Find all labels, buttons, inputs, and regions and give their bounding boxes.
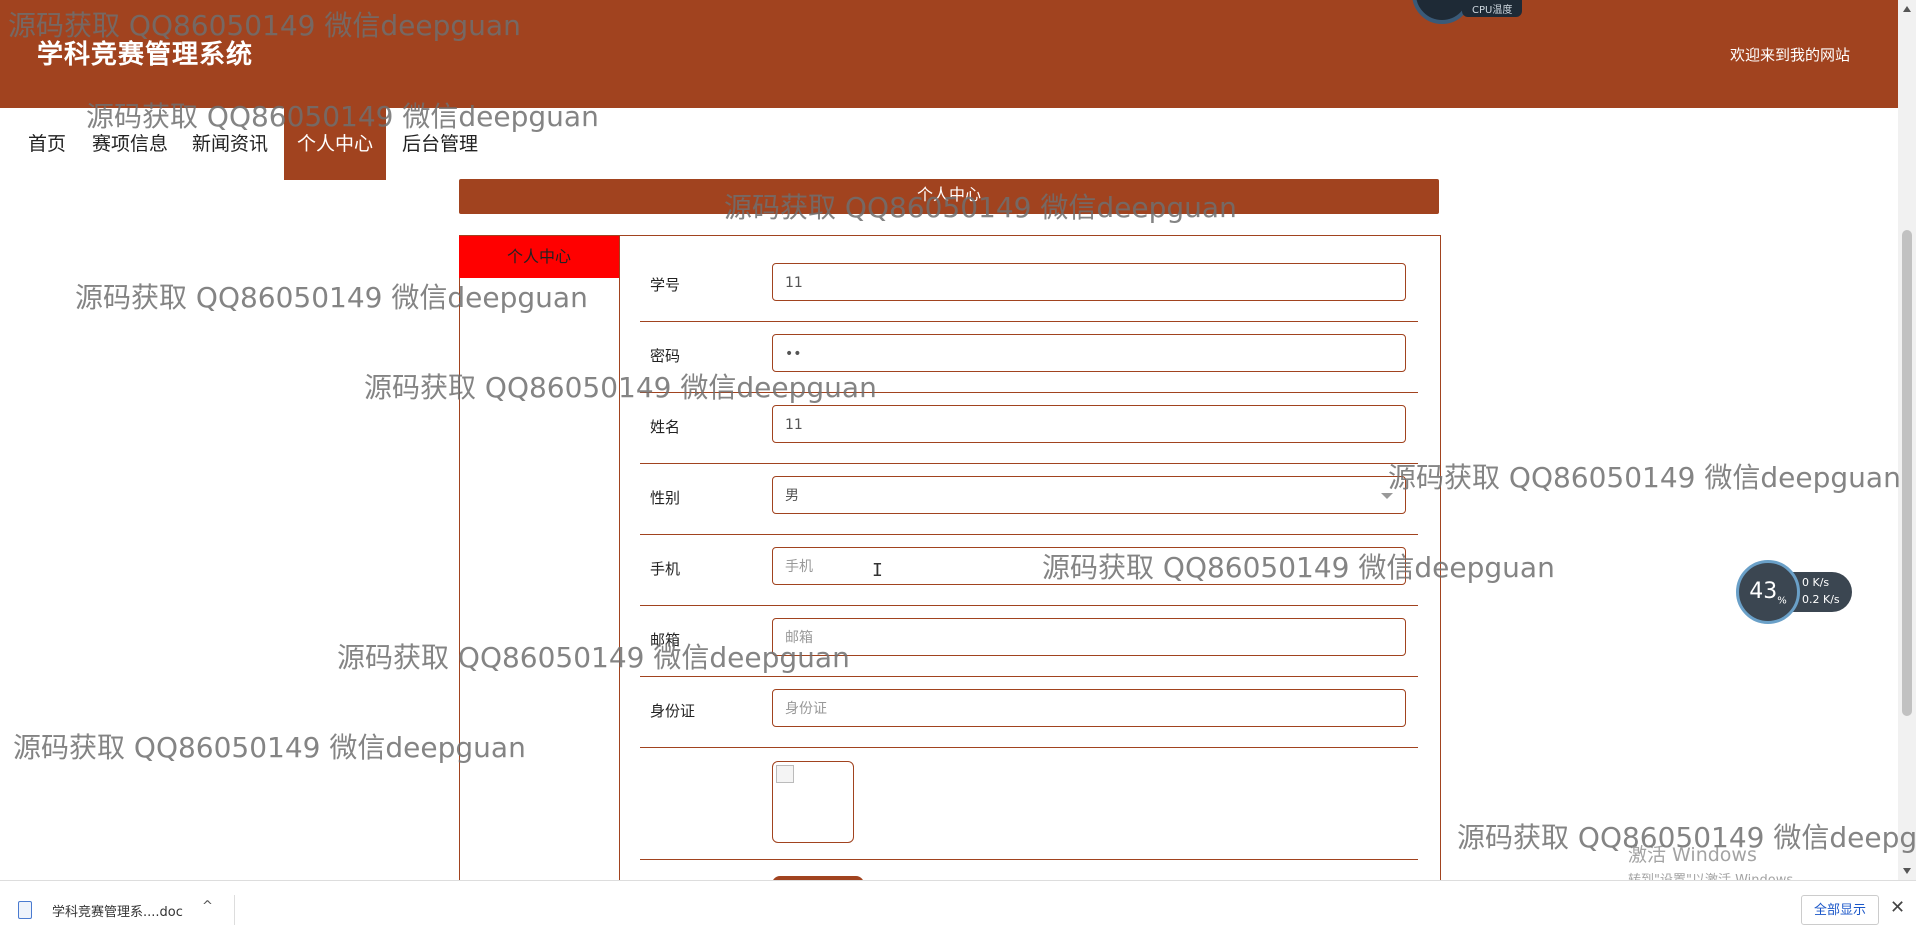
memory-gauge: 43% [1736,560,1800,624]
gender-value: 男 [785,488,799,504]
top-header: 学科竞赛管理系统 欢迎来到我的网站 CPU温度 [0,0,1898,108]
text-cursor-icon: I [872,560,883,581]
student-id-label: 学号 [650,276,681,294]
watermark: 源码获取 QQ86050149 微信deepguan [1388,461,1901,494]
cpu-label: CPU温度 [1462,0,1523,17]
scroll-down-icon[interactable] [1903,868,1911,874]
password-label: 密码 [650,347,681,365]
main-nav: 首页 赛项信息 新闻资讯 个人中心 后台管理 [0,108,1898,180]
site-title: 学科竞赛管理系统 [37,40,254,70]
broken-image-icon [776,765,794,783]
nav-item-admin[interactable]: 后台管理 [396,108,484,180]
upload-unit: K/s [1812,576,1830,589]
side-tab-profile[interactable]: 个人中心 [459,236,619,278]
name-label: 姓名 [650,418,681,436]
gender-select[interactable]: 男 [772,476,1406,514]
memory-percent-unit: % [1777,595,1787,607]
phone-label: 手机 [650,560,681,578]
gender-label: 性别 [650,489,681,507]
nav-item-events[interactable]: 赛项信息 [86,108,174,180]
id-card-input[interactable]: 身份证 [772,689,1406,727]
password-input[interactable]: •• [772,334,1406,372]
form-row-email: 邮箱 邮箱 [640,605,1418,677]
welcome-text: 欢迎来到我的网站 [1729,46,1850,64]
section-title: 个人中心 [459,179,1439,214]
divider [619,236,620,936]
nav-item-home[interactable]: 首页 [18,108,76,180]
watermark: 源码获取 QQ86050149 微信deepguan [13,731,526,764]
id-card-label: 身份证 [650,702,696,720]
cpu-temperature-widget[interactable]: CPU温度 [1412,0,1528,24]
form-row-phone: 手机 手机 [640,534,1418,606]
form-row-id-card: 身份证 身份证 [640,676,1418,748]
close-icon[interactable]: ✕ [1890,897,1905,918]
scroll-up-icon[interactable] [1903,6,1911,12]
form-row-name: 姓名 11 [640,392,1418,464]
nav-item-news[interactable]: 新闻资讯 [186,108,274,180]
avatar-upload[interactable] [772,761,854,843]
form-row-avatar [640,747,1418,860]
page-scrollbar[interactable] [1898,0,1916,880]
phone-input[interactable]: 手机 [772,547,1406,585]
form-row-password: 密码 •• [640,321,1418,393]
show-all-button[interactable]: 全部显示 [1801,895,1879,925]
chevron-down-icon [1381,493,1393,499]
chevron-up-icon[interactable]: ^ [202,899,213,914]
form-row-student-id: 学号 11 [640,250,1418,322]
document-icon [18,901,32,919]
upload-speed: 0 [1802,576,1809,589]
download-unit: K/s [1823,593,1840,606]
memory-percent: 43 [1749,579,1778,604]
download-item[interactable]: 学科竞赛管理系....doc ^ [12,895,235,925]
nav-item-profile[interactable]: 个人中心 [284,108,386,180]
download-speed: 0.2 [1802,593,1820,606]
scroll-thumb[interactable] [1902,230,1912,716]
name-input[interactable]: 11 [772,405,1406,443]
email-label: 邮箱 [650,631,681,649]
email-input[interactable]: 邮箱 [772,618,1406,656]
network-speed-widget[interactable]: ▲ 0 K/s ▼ 0.2 K/s 43% [1736,560,1854,624]
download-bar: 学科竞赛管理系....doc ^ 全部显示 ✕ [0,880,1916,939]
student-id-input[interactable]: 11 [772,263,1406,301]
form-row-gender: 性别 男 [640,463,1418,535]
activation-title: 激活 Windows [1628,844,1757,866]
download-file-name: 学科竞赛管理系....doc [52,905,183,920]
